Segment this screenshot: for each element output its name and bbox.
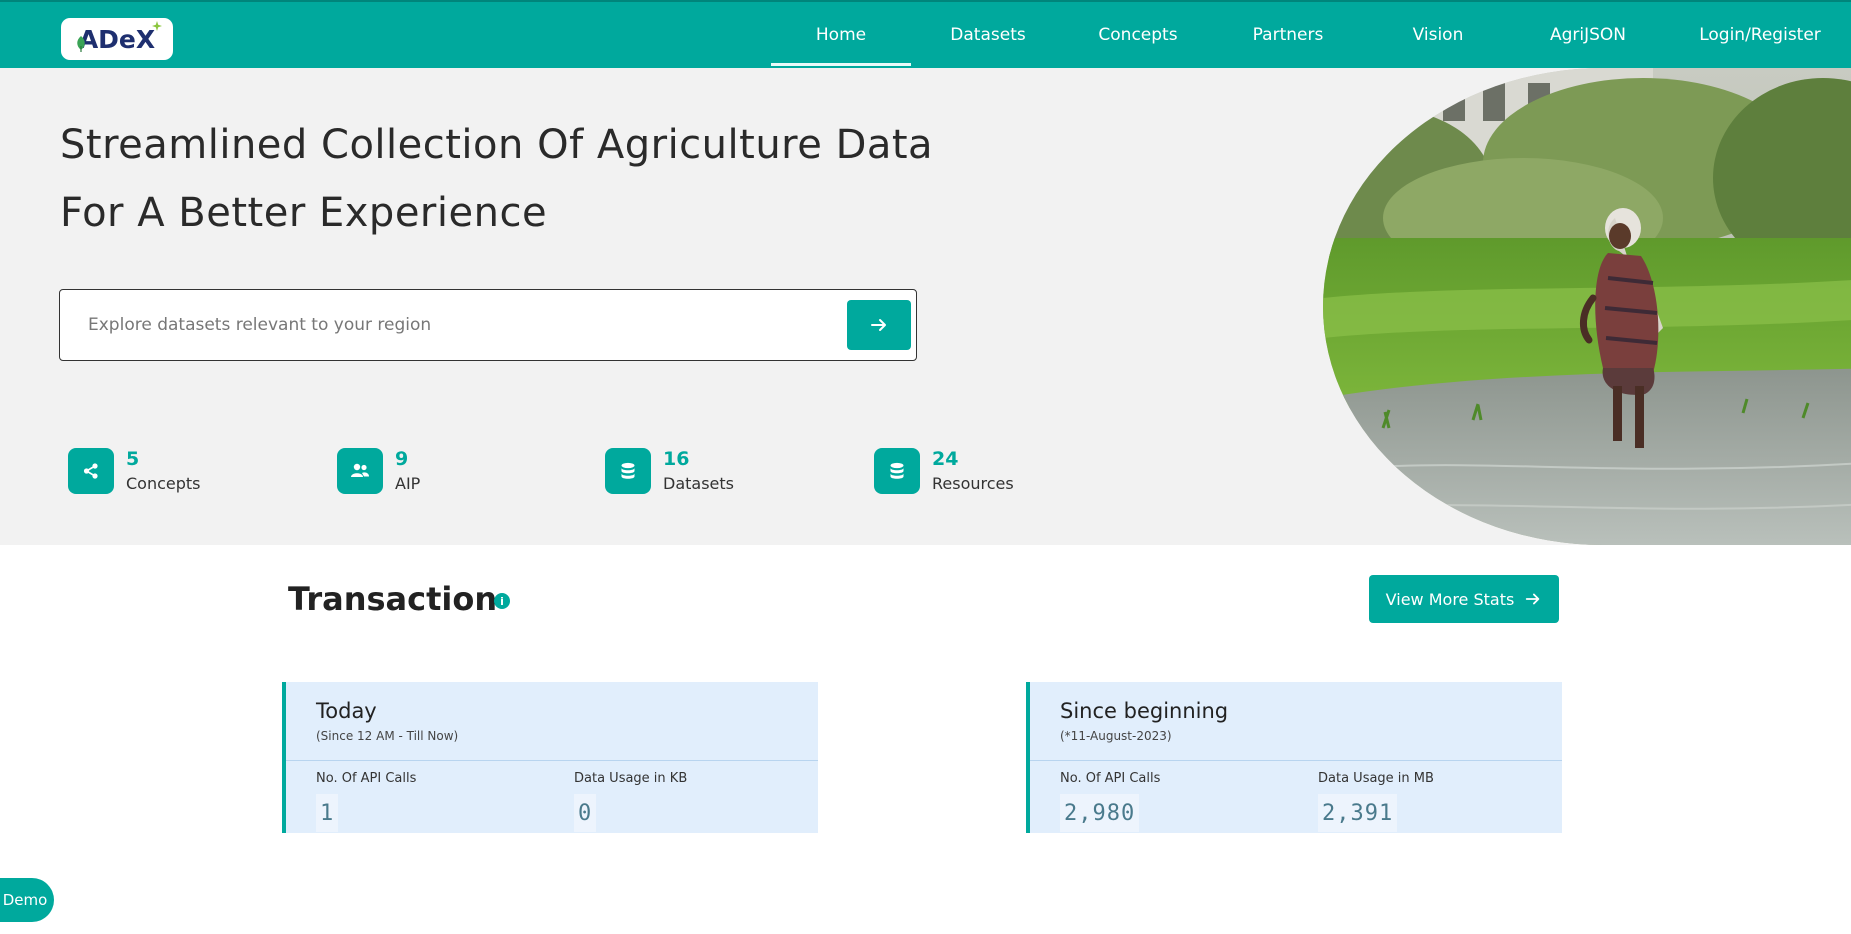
stat-value: 16 <box>663 448 690 470</box>
api-calls-value: 1 <box>316 794 339 832</box>
view-more-stats-button[interactable]: View More Stats <box>1369 575 1559 623</box>
nav-datasets[interactable]: Datasets <box>922 2 1054 68</box>
api-calls-label: No. Of API Calls <box>1060 771 1161 786</box>
users-icon <box>337 448 383 494</box>
hero-farmer-image <box>1323 68 1851 545</box>
stat-label: AIP <box>395 474 421 493</box>
data-usage-label: Data Usage in MB <box>1318 771 1434 786</box>
info-icon[interactable]: i <box>494 593 510 609</box>
card-since-beginning: Since beginning (*11-August-2023) No. Of… <box>1026 682 1562 833</box>
data-usage-value: 2,391 <box>1318 794 1398 832</box>
search-input[interactable] <box>88 290 828 360</box>
card-subtitle: (*11-August-2023) <box>1060 729 1172 743</box>
api-calls-label: No. Of API Calls <box>316 771 417 786</box>
logo-text: ADeX <box>78 24 156 54</box>
card-title: Since beginning <box>1060 699 1229 723</box>
nav-agrijson[interactable]: AgriJSON <box>1522 2 1654 68</box>
nav-active-indicator <box>771 63 911 66</box>
transaction-title: Transaction <box>288 580 498 618</box>
card-title: Today <box>316 699 377 723</box>
data-usage-label: Data Usage in KB <box>574 771 688 786</box>
stat-value: 5 <box>126 448 140 470</box>
arrow-right-icon <box>1526 593 1540 605</box>
stat-value: 9 <box>395 448 409 470</box>
arrow-right-icon <box>871 319 886 331</box>
card-divider <box>1030 760 1562 761</box>
card-divider <box>286 760 818 761</box>
database-icon <box>605 448 651 494</box>
demo-button[interactable]: Demo <box>0 878 54 922</box>
hero-title-line1: Streamlined Collection Of Agriculture Da… <box>60 122 934 168</box>
card-today: Today (Since 12 AM - Till Now) No. Of AP… <box>282 682 818 833</box>
nav-partners[interactable]: Partners <box>1222 2 1354 68</box>
hero-title-line2: For A Better Experience <box>60 190 548 236</box>
share-icon <box>68 448 114 494</box>
nav-concepts[interactable]: Concepts <box>1072 2 1204 68</box>
stat-label: Datasets <box>663 474 734 493</box>
card-subtitle: (Since 12 AM - Till Now) <box>316 729 459 743</box>
star-icon <box>152 21 162 31</box>
stat-value: 24 <box>932 448 959 470</box>
page: ADeX Home Datasets Concepts Partners Vis… <box>0 0 1851 934</box>
data-usage-value: 0 <box>574 794 597 832</box>
nav-login-register[interactable]: Login/Register <box>1680 2 1840 68</box>
database-icon <box>874 448 920 494</box>
stat-label: Concepts <box>126 474 201 493</box>
search-box <box>59 289 917 361</box>
search-submit-button[interactable] <box>847 300 911 350</box>
leaf-icon <box>77 36 85 52</box>
view-more-stats-label: View More Stats <box>1385 589 1515 609</box>
stat-label: Resources <box>932 474 1014 493</box>
adex-logo[interactable]: ADeX <box>61 18 173 60</box>
nav-home[interactable]: Home <box>771 2 911 68</box>
nav-vision[interactable]: Vision <box>1372 2 1504 68</box>
top-navbar: ADeX Home Datasets Concepts Partners Vis… <box>0 0 1851 68</box>
api-calls-value: 2,980 <box>1060 794 1140 832</box>
hero-section: Streamlined Collection Of Agriculture Da… <box>0 68 1851 545</box>
